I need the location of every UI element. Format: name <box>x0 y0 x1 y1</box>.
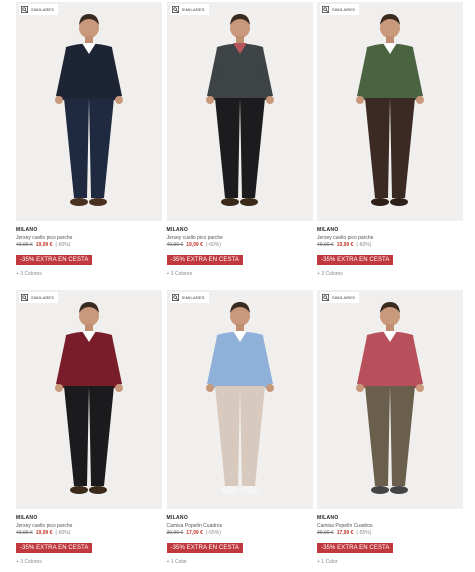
old-price: 49,99 € <box>16 530 33 536</box>
model-figure <box>55 14 123 206</box>
sale-price: 19,99 € <box>186 242 203 248</box>
discount-percent: (-60%) <box>205 242 221 248</box>
similar-icon <box>21 294 28 301</box>
discount-percent: (-55%) <box>356 530 372 536</box>
price-row: 39,99 € 17,99 € (-55%) <box>317 530 463 536</box>
model-figure <box>205 302 274 494</box>
product-image[interactable]: SIMILARES <box>166 290 313 509</box>
promo-badge: -35% EXTRA EN CESTA <box>317 543 394 553</box>
similar-label: SIMILARES <box>31 7 55 12</box>
old-price: 39,99 € <box>317 530 334 536</box>
colors-link[interactable]: + 1 Color <box>317 559 463 565</box>
sale-price: 17,99 € <box>336 530 354 536</box>
product-image[interactable]: SIMILARES <box>317 290 463 509</box>
model-figure <box>356 302 424 494</box>
similar-button[interactable]: SIMILARES <box>320 292 360 303</box>
product-brand: MILANO <box>166 227 189 233</box>
similar-icon <box>171 294 179 301</box>
model-figure <box>356 14 424 206</box>
product-name[interactable]: Jersey cuello pico parche <box>16 235 162 241</box>
product-image[interactable]: SIMILARES <box>16 290 162 509</box>
similar-button[interactable]: SIMILARES <box>19 4 59 15</box>
similar-icon <box>322 294 329 301</box>
colors-link[interactable]: + 3 Colores <box>167 271 313 277</box>
similar-label: SIMILARES <box>31 295 55 300</box>
similar-button[interactable]: SIMILARES <box>19 292 59 303</box>
product-name[interactable]: Camisa Popelín Cuadros <box>317 523 463 529</box>
old-price: 49,99 € <box>317 242 334 248</box>
product-card[interactable]: SIMILARES MILANO Jersey cuello pico parc… <box>16 0 162 286</box>
similar-icon <box>21 6 28 13</box>
product-name[interactable]: Jersey cuello pico parche <box>167 235 313 241</box>
product-card[interactable]: SIMILARES MILANO Jersey cuello pico parc… <box>166 0 313 286</box>
colors-link[interactable]: + 3 Colores <box>16 559 162 565</box>
similar-label: SIMILARES <box>332 295 356 300</box>
price-row: 49,99 € 19,99 € (-60%) <box>167 242 313 248</box>
promo-badge: -35% EXTRA EN CESTA <box>16 255 93 265</box>
sale-price: 19,99 € <box>35 242 53 248</box>
sale-price: 19,99 € <box>35 530 53 536</box>
similar-label: SIMILARES <box>181 7 205 12</box>
promo-badge: -35% EXTRA EN CESTA <box>166 255 243 265</box>
price-row: 49,99 € 19,99 € (-60%) <box>317 242 463 248</box>
price-row: 49,99 € 19,99 € (-60%) <box>16 242 162 248</box>
old-price: 49,99 € <box>166 242 184 248</box>
model-figure <box>205 14 274 206</box>
product-image[interactable]: SIMILARES <box>166 2 313 221</box>
product-image[interactable]: SIMILARES <box>317 2 463 221</box>
product-name[interactable]: Camisa Popelín Cuadros <box>167 523 313 529</box>
similar-button[interactable]: SIMILARES <box>169 292 209 303</box>
similar-label: SIMILARES <box>181 295 205 300</box>
discount-percent: (-60%) <box>55 242 71 248</box>
product-brand: MILANO <box>166 515 189 521</box>
product-grid: SIMILARES MILANO Jersey cuello pico parc… <box>16 0 463 572</box>
similar-icon <box>171 6 179 13</box>
product-brand: MILANO <box>16 227 38 233</box>
product-brand: MILANO <box>16 515 38 521</box>
similar-icon <box>322 6 329 13</box>
product-brand: MILANO <box>317 227 339 233</box>
discount-percent: (-55%) <box>205 530 221 536</box>
model-figure <box>55 302 123 494</box>
colors-link[interactable]: + 3 Colores <box>317 271 463 277</box>
product-name[interactable]: Jersey cuello pico parche <box>16 523 162 529</box>
sale-price: 17,99 € <box>186 530 203 536</box>
discount-percent: (-60%) <box>356 242 372 248</box>
product-name[interactable]: Jersey cuello pico parche <box>317 235 463 241</box>
old-price: 49,99 € <box>16 242 33 248</box>
colors-link[interactable]: + 1 Color <box>167 559 313 565</box>
product-card[interactable]: SIMILARES MILANO Camisa Popelín Cuadros … <box>166 286 313 572</box>
product-image[interactable]: SIMILARES <box>16 2 162 221</box>
old-price: 39,99 € <box>166 530 184 536</box>
sale-price: 19,99 € <box>336 242 354 248</box>
product-card[interactable]: SIMILARES MILANO Jersey cuello pico parc… <box>16 286 162 572</box>
discount-percent: (-60%) <box>55 530 71 536</box>
product-card[interactable]: SIMILARES MILANO Camisa Popelín Cuadros … <box>317 286 463 572</box>
product-brand: MILANO <box>317 515 339 521</box>
price-row: 49,99 € 19,99 € (-60%) <box>16 530 162 536</box>
similar-label: SIMILARES <box>332 7 356 12</box>
promo-badge: -35% EXTRA EN CESTA <box>16 543 93 553</box>
similar-button[interactable]: SIMILARES <box>320 4 360 15</box>
promo-badge: -35% EXTRA EN CESTA <box>166 543 243 553</box>
colors-link[interactable]: + 3 Colores <box>16 271 162 277</box>
similar-button[interactable]: SIMILARES <box>169 4 209 15</box>
product-card[interactable]: SIMILARES MILANO Jersey cuello pico parc… <box>317 0 463 286</box>
price-row: 39,99 € 17,99 € (-55%) <box>167 530 313 536</box>
promo-badge: -35% EXTRA EN CESTA <box>317 255 394 265</box>
